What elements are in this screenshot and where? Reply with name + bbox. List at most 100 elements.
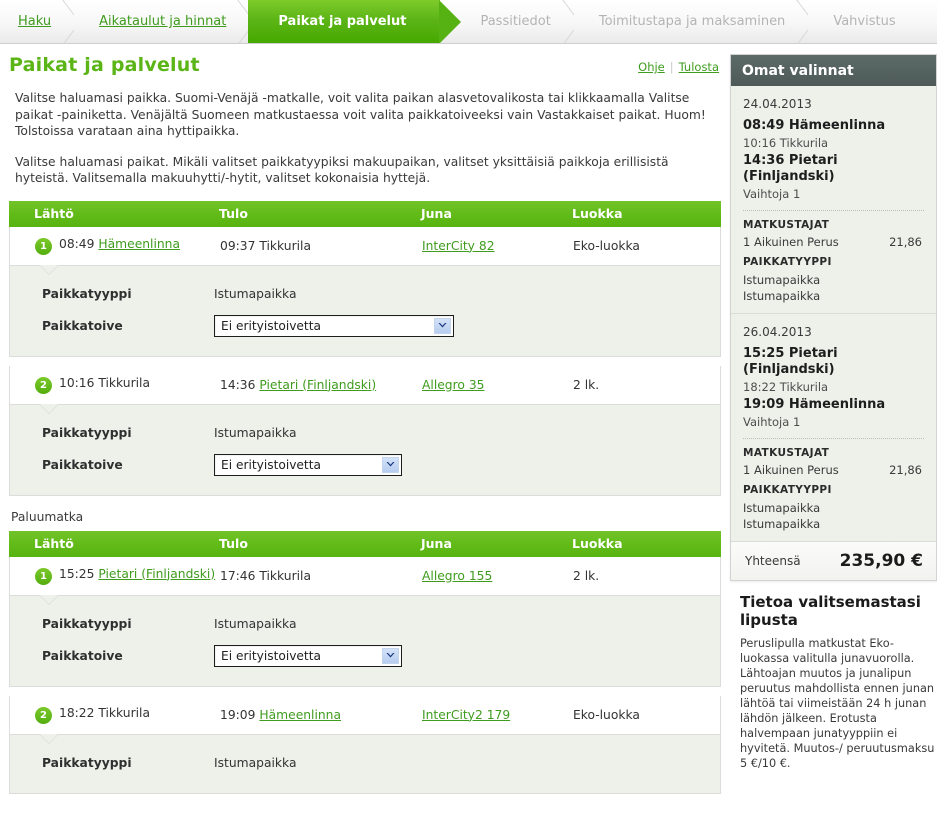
column-header-departure: Lähtö: [34, 536, 74, 551]
leg-departure-time: 08:49: [59, 236, 95, 251]
return-journey: Paluumatka Lähtö Tulo Juna Luokka 1 15:25 Piet…: [9, 510, 721, 794]
step-link[interactable]: Aikataulut ja hinnat: [99, 14, 226, 29]
seat-wish-row: Paikkatoive Ei erityistoivetta: [10, 451, 720, 479]
seat-wish-select[interactable]: Ei erityistoivetta: [214, 453, 402, 476]
seat-wish-select-wrapper: Ei erityistoivetta: [214, 314, 454, 337]
leg-arrival-cell: 17:46 Tikkurila: [220, 569, 422, 583]
seat-wish-select[interactable]: Ei erityistoivetta: [214, 314, 454, 337]
seat-wish-selected-value: Ei erityistoivetta: [221, 318, 321, 333]
seat-type-value: Istumapaikka: [214, 755, 297, 770]
seat-type-title: PAIKKATYYPPI: [743, 484, 832, 496]
column-header-arrival: Tulo: [219, 536, 248, 551]
column-header-departure: Lähtö: [34, 206, 74, 221]
leg-departure-text: 10:16 Tikkurila: [59, 376, 150, 390]
seat-wish-selected-value: Ei erityistoivetta: [221, 648, 321, 663]
leg-class-cell: 2 lk.: [573, 377, 600, 392]
leg-arrival-time: 19:09: [220, 707, 256, 722]
leg-train-link[interactable]: InterCity2 179: [422, 708, 510, 722]
seat-type-row: Paikkatyyppi Istumapaikka: [10, 749, 720, 777]
trip-via: 18:22 Tikkurila: [743, 380, 829, 394]
leg-block: 2 18:22 Tikkurila 19:09 Hämeenlinna InterCi…: [9, 695, 721, 794]
seat-type-title: PAIKKATYYPPI: [743, 256, 832, 268]
step-label: Paikat ja palvelut: [278, 14, 407, 29]
leg-block: 1 08:49 Hämeenlinna 09:37 Tikkurila InterCi…: [9, 226, 721, 357]
leg-arrival-cell: 09:37 Tikkurila: [220, 239, 422, 253]
page-header: Paikat ja palvelut Ohje | Tulosta: [9, 54, 721, 80]
trip-date: 24.04.2013: [743, 97, 812, 111]
leg-train-cell: InterCity 82: [422, 239, 573, 253]
step-separator-icon: [556, 0, 574, 43]
leg-arrival-station-link[interactable]: Pietari (Finljandski): [259, 378, 376, 392]
leg-train-link[interactable]: Allegro 35: [422, 378, 484, 392]
step-label: Vahvistus: [833, 14, 896, 29]
step-separator-icon: [790, 0, 808, 43]
step-navigation: Haku Aikataulut ja hinnat Paikat ja palvel…: [0, 0, 937, 44]
leg-departure-station-link[interactable]: Hämeenlinna: [98, 237, 180, 251]
column-header-train: Juna: [421, 206, 452, 221]
leg-arrival-station: Tikkurila: [259, 568, 312, 583]
leg-arrival-station-link[interactable]: Hämeenlinna: [259, 708, 341, 722]
chevron-down-icon[interactable]: [382, 647, 399, 664]
step-label: Toimitustapa ja maksaminen: [598, 14, 786, 29]
leg-train-link[interactable]: InterCity 82: [422, 239, 495, 253]
outbound-journey: Lähtö Tulo Juna Luokka 1 08:49 Hämeenlinna 09:…: [9, 200, 721, 496]
seat-wish-selected-value: Ei erityistoivetta: [221, 457, 321, 472]
step-1[interactable]: Haku: [0, 0, 73, 43]
leg-class-cell: Eko-luokka: [573, 238, 640, 253]
seat-type-label: Paikkatyyppi: [42, 616, 132, 631]
trip-origin: 15:25 Pietari (Finljandski): [743, 346, 838, 377]
step-2[interactable]: Aikataulut ja hinnat: [73, 0, 248, 43]
trip-origin: 08:49 Hämeenlinna: [743, 118, 886, 133]
passenger-amount: 21,86: [889, 463, 922, 477]
leg-arrival-time: 17:46: [220, 568, 256, 583]
leg-departure-time: 15:25: [59, 566, 95, 581]
chevron-down-icon[interactable]: [434, 317, 451, 334]
seat-wish-select-wrapper: Ei erityistoivetta: [214, 453, 402, 476]
passengers-title: MATKUSTAJAT: [743, 447, 830, 459]
trip-changes: Vaihtoja 1: [743, 187, 801, 201]
seat-wish-row: Paikkatoive Ei erityistoivetta: [10, 312, 720, 340]
seat-wish-select[interactable]: Ei erityistoivetta: [214, 644, 402, 667]
step-link[interactable]: Haku: [18, 14, 51, 29]
step-6: Vahvistus: [807, 0, 917, 43]
intro-paragraph-2: Valitse haluamasi paikat. Mikäli valitse…: [15, 154, 669, 186]
sidebar: Omat valinnat 24.04.2013 08:49 Hämeenlinn…: [730, 44, 937, 771]
leg-departure-text: 18:22 Tikkurila: [59, 706, 150, 720]
leg-departure-station-link[interactable]: Pietari (Finljandski): [98, 567, 215, 581]
seat-type-2: Istumapaikka: [743, 289, 821, 303]
leg-departure-text: 08:49 Hämeenlinna: [59, 237, 180, 251]
leg-departure-station: Tikkurila: [98, 705, 151, 720]
table-row: 1 08:49 Hämeenlinna 09:37 Tikkurila InterCi…: [10, 226, 720, 265]
leg-number-badge: 1: [35, 237, 52, 255]
leg-class-cell: 2 lk.: [573, 568, 600, 583]
leg-departure-time: 10:16: [59, 375, 95, 390]
trip-destination: 14:36 Pietari (Finljandski): [743, 153, 838, 184]
leg-arrival-cell: 14:36 Pietari (Finljandski): [220, 378, 422, 392]
ticket-info-box: Tietoa valitsemastasi lipusta Peruslipul…: [730, 593, 937, 771]
seat-type-value: Istumapaikka: [214, 425, 297, 440]
header-links: Ohje | Tulosta: [638, 60, 719, 74]
step-3[interactable]: Paikat ja palvelut: [248, 0, 462, 43]
passenger-label: 1 Aikuinen Perus: [743, 463, 839, 477]
column-header-arrival: Tulo: [219, 206, 248, 221]
link-separator: |: [669, 60, 674, 74]
leg-train-cell: Allegro 155: [422, 569, 573, 583]
print-link[interactable]: Tulosta: [679, 60, 719, 74]
leg-class-cell: Eko-luokka: [573, 707, 640, 722]
trip-summary: 24.04.2013 08:49 Hämeenlinna 10:16 Tikkuri…: [731, 86, 936, 313]
leg-number-badge: 1: [35, 567, 52, 585]
help-link[interactable]: Ohje: [638, 60, 665, 74]
total-label: Yhteensä: [745, 554, 801, 568]
leg-train-link[interactable]: Allegro 155: [422, 569, 492, 583]
seat-type-value: Istumapaikka: [214, 616, 297, 631]
passenger-label: 1 Aikuinen Perus: [743, 235, 839, 249]
passenger-row: 1 Aikuinen Perus 21,86: [743, 463, 924, 477]
passenger-amount: 21,86: [889, 235, 922, 249]
ticket-info-body: Peruslipulla matkustat Eko-luokassa vali…: [740, 637, 935, 770]
seat-wish-label: Paikkatoive: [42, 318, 123, 333]
chevron-down-icon[interactable]: [382, 456, 399, 473]
seat-type-label: Paikkatyyppi: [42, 425, 132, 440]
leg-detail-panel: Paikkatyyppi Istumapaikka Paikkatoive Ei er…: [10, 403, 720, 495]
seat-wish-label: Paikkatoive: [42, 457, 123, 472]
my-selections-panel: Omat valinnat 24.04.2013 08:49 Hämeenlinn…: [730, 54, 937, 581]
